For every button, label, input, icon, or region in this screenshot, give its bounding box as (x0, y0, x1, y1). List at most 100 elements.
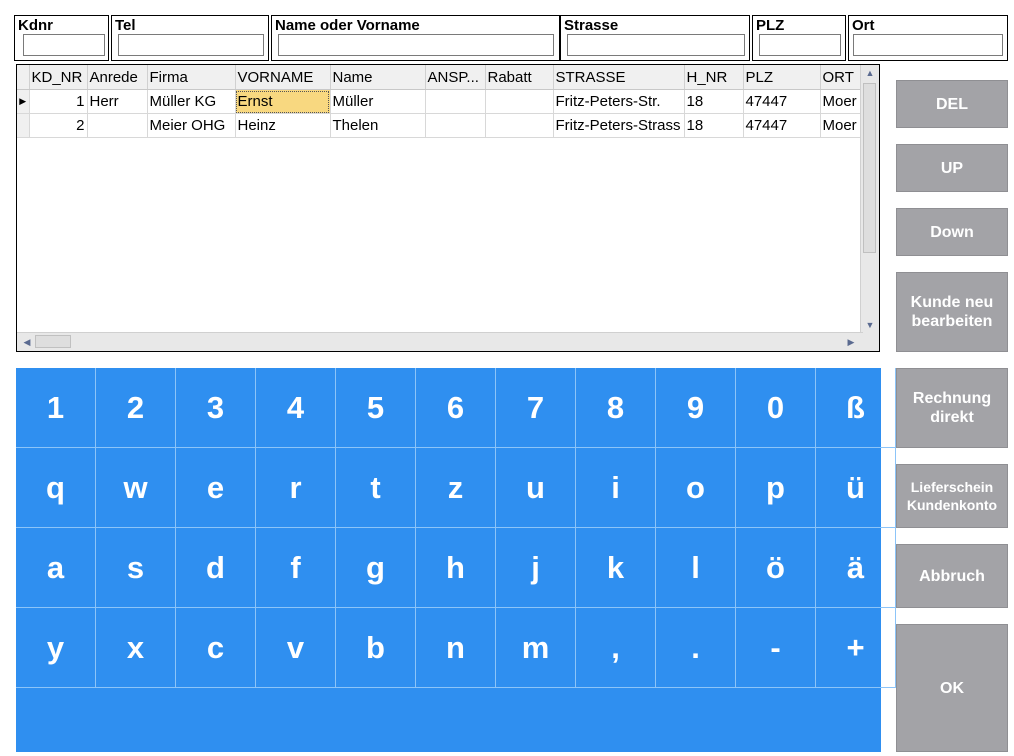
horizontal-scroll-thumb[interactable] (35, 335, 71, 348)
grid-cell[interactable]: 18 (684, 89, 744, 114)
plz-input[interactable] (759, 34, 841, 56)
keyboard-key[interactable]: z (416, 448, 496, 528)
grid-cell[interactable]: 2 (29, 113, 88, 138)
keyboard-key[interactable]: t (336, 448, 416, 528)
vertical-scroll-thumb[interactable] (863, 83, 876, 253)
keyboard-key[interactable]: u (496, 448, 576, 528)
keyboard-key[interactable]: g (336, 528, 416, 608)
keyboard-key[interactable]: ö (736, 528, 816, 608)
keyboard-key[interactable]: s (96, 528, 176, 608)
strasse-input[interactable] (567, 34, 745, 56)
name-input[interactable] (278, 34, 554, 56)
keyboard-key[interactable]: v (256, 608, 336, 688)
grid-cell[interactable] (425, 113, 486, 138)
grid-cell[interactable] (485, 89, 554, 114)
grid-cell[interactable]: Moer (820, 89, 861, 114)
scroll-down-arrow-icon[interactable]: ▼ (861, 317, 879, 333)
grid-cell[interactable]: Thelen (330, 113, 426, 138)
column-header-ansp[interactable]: ANSP... (425, 65, 486, 90)
tel-input[interactable] (118, 34, 264, 56)
keyboard-key[interactable]: y (16, 608, 96, 688)
abbruch-button[interactable]: Abbruch (896, 544, 1008, 608)
grid-cell[interactable] (425, 89, 486, 114)
keyboard-key[interactable]: a (16, 528, 96, 608)
keyboard-key[interactable]: 0 (736, 368, 816, 448)
column-header-rabatt[interactable]: Rabatt (485, 65, 554, 90)
keyboard-key[interactable]: 1 (16, 368, 96, 448)
keyboard-key[interactable]: m (496, 608, 576, 688)
table-row[interactable]: 2 Meier OHG Heinz Thelen Fritz-Peters-Strass… (17, 113, 861, 138)
keyboard-key[interactable]: , (576, 608, 656, 688)
horizontal-scrollbar[interactable]: ◀ ▶ (17, 332, 863, 351)
keyboard-key[interactable]: 7 (496, 368, 576, 448)
column-header-vorname[interactable]: VORNAME (235, 65, 331, 90)
scroll-up-arrow-icon[interactable]: ▲ (861, 65, 879, 81)
table-row[interactable]: ▶ 1 Herr Müller KG Ernst Müller Fritz-Peters-S… (17, 89, 861, 114)
keyboard-key[interactable]: p (736, 448, 816, 528)
grid-cell[interactable]: Heinz (235, 113, 331, 138)
grid-cell[interactable]: Fritz-Peters-Str. (553, 89, 685, 114)
scroll-left-arrow-icon[interactable]: ◀ (19, 333, 35, 351)
grid-cell[interactable]: Ernst (235, 89, 331, 114)
ort-input[interactable] (853, 34, 1003, 56)
customer-grid[interactable]: KD_NR Anrede Firma VORNAME Name ANSP... Rabatt… (16, 64, 880, 352)
grid-cell[interactable]: Meier OHG (147, 113, 236, 138)
keyboard-key[interactable]: 4 (256, 368, 336, 448)
keyboard-key[interactable]: x (96, 608, 176, 688)
column-header-firma[interactable]: Firma (147, 65, 236, 90)
grid-cell[interactable] (485, 113, 554, 138)
keyboard-key[interactable]: 3 (176, 368, 256, 448)
ok-button[interactable]: OK (896, 624, 1008, 752)
kunde-neu-bearbeiten-button[interactable]: Kunde neu bearbeiten (896, 272, 1008, 352)
grid-cell[interactable]: 18 (684, 113, 744, 138)
keyboard-key[interactable]: 8 (576, 368, 656, 448)
keyboard-key[interactable]: q (16, 448, 96, 528)
column-header-ort[interactable]: ORT (820, 65, 861, 90)
grid-cell[interactable]: Herr (87, 89, 148, 114)
column-header-strasse[interactable]: STRASSE (553, 65, 685, 90)
space-key[interactable] (16, 688, 881, 752)
keyboard-key[interactable]: 9 (656, 368, 736, 448)
lieferschein-kundenkonto-button[interactable]: Lieferschein Kundenkonto (896, 464, 1008, 528)
up-button[interactable]: UP (896, 144, 1008, 192)
row-indicator[interactable] (17, 113, 30, 138)
keyboard-key[interactable]: k (576, 528, 656, 608)
keyboard-key[interactable]: ä (816, 528, 896, 608)
keyboard-key[interactable]: w (96, 448, 176, 528)
scroll-right-arrow-icon[interactable]: ▶ (843, 333, 859, 351)
keyboard-key[interactable]: . (656, 608, 736, 688)
grid-cell[interactable]: Moer (820, 113, 861, 138)
keyboard-key[interactable]: f (256, 528, 336, 608)
keyboard-key[interactable]: c (176, 608, 256, 688)
keyboard-key[interactable]: ß (816, 368, 896, 448)
grid-cell[interactable]: Müller KG (147, 89, 236, 114)
column-header-plz[interactable]: PLZ (743, 65, 821, 90)
keyboard-key[interactable]: ü (816, 448, 896, 528)
grid-cell[interactable]: Fritz-Peters-Strass (553, 113, 685, 138)
keyboard-key[interactable]: n (416, 608, 496, 688)
grid-cell[interactable] (87, 113, 148, 138)
keyboard-key[interactable]: r (256, 448, 336, 528)
rechnung-direkt-button[interactable]: Rechnung direkt (896, 368, 1008, 448)
keyboard-key[interactable]: e (176, 448, 256, 528)
keyboard-key[interactable]: d (176, 528, 256, 608)
down-button[interactable]: Down (896, 208, 1008, 256)
keyboard-key[interactable]: o (656, 448, 736, 528)
keyboard-key[interactable]: i (576, 448, 656, 528)
keyboard-key[interactable]: 6 (416, 368, 496, 448)
keyboard-key[interactable]: h (416, 528, 496, 608)
keyboard-key[interactable]: - (736, 608, 816, 688)
column-header-name[interactable]: Name (330, 65, 426, 90)
keyboard-key[interactable]: b (336, 608, 416, 688)
keyboard-key[interactable]: j (496, 528, 576, 608)
column-header-anrede[interactable]: Anrede (87, 65, 148, 90)
grid-cell[interactable]: 1 (29, 89, 88, 114)
column-header-h-nr[interactable]: H_NR (684, 65, 744, 90)
keyboard-key[interactable]: + (816, 608, 896, 688)
kdnr-input[interactable] (23, 34, 105, 56)
del-button[interactable]: DEL (896, 80, 1008, 128)
grid-cell[interactable]: 47447 (743, 89, 821, 114)
keyboard-key[interactable]: 2 (96, 368, 176, 448)
row-indicator[interactable]: ▶ (17, 89, 30, 114)
vertical-scrollbar[interactable]: ▲ ▼ (860, 65, 879, 333)
